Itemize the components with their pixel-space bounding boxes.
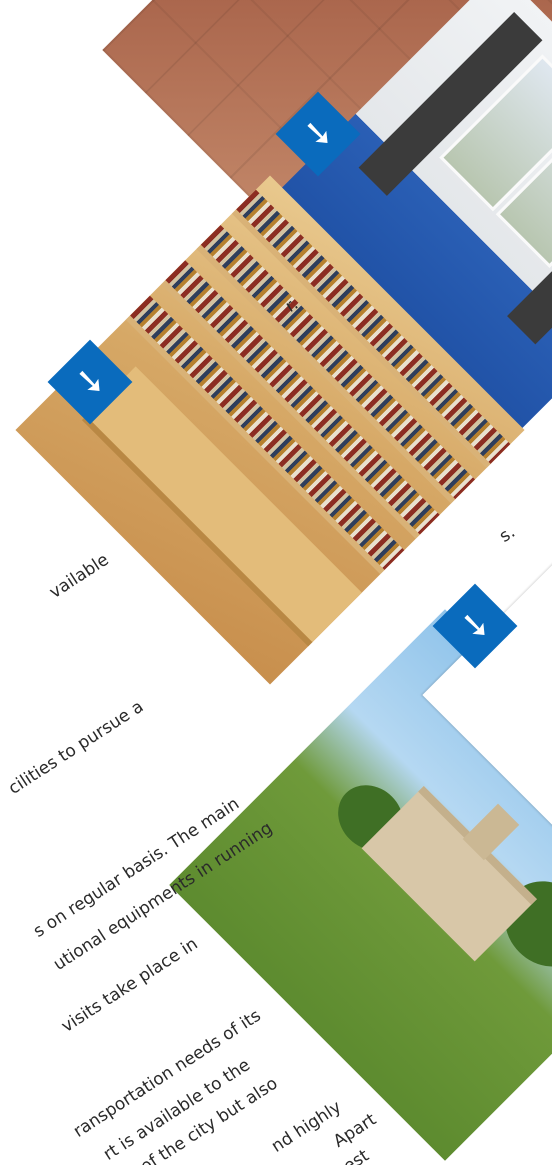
arrow-down-left-icon: ➘ — [459, 604, 491, 646]
text-line: vailable — [46, 549, 113, 603]
collage-stage: ➘ ➘ ➘ r. s. vailable cilities to pursue … — [0, 0, 552, 1165]
text-line: nd highly — [268, 1097, 346, 1157]
text-line: s. — [496, 522, 519, 547]
arrow-down-left-icon: ➘ — [302, 112, 334, 154]
arrow-down-left-icon: ➘ — [74, 360, 106, 402]
text-line: cilities to pursue a — [5, 696, 148, 799]
